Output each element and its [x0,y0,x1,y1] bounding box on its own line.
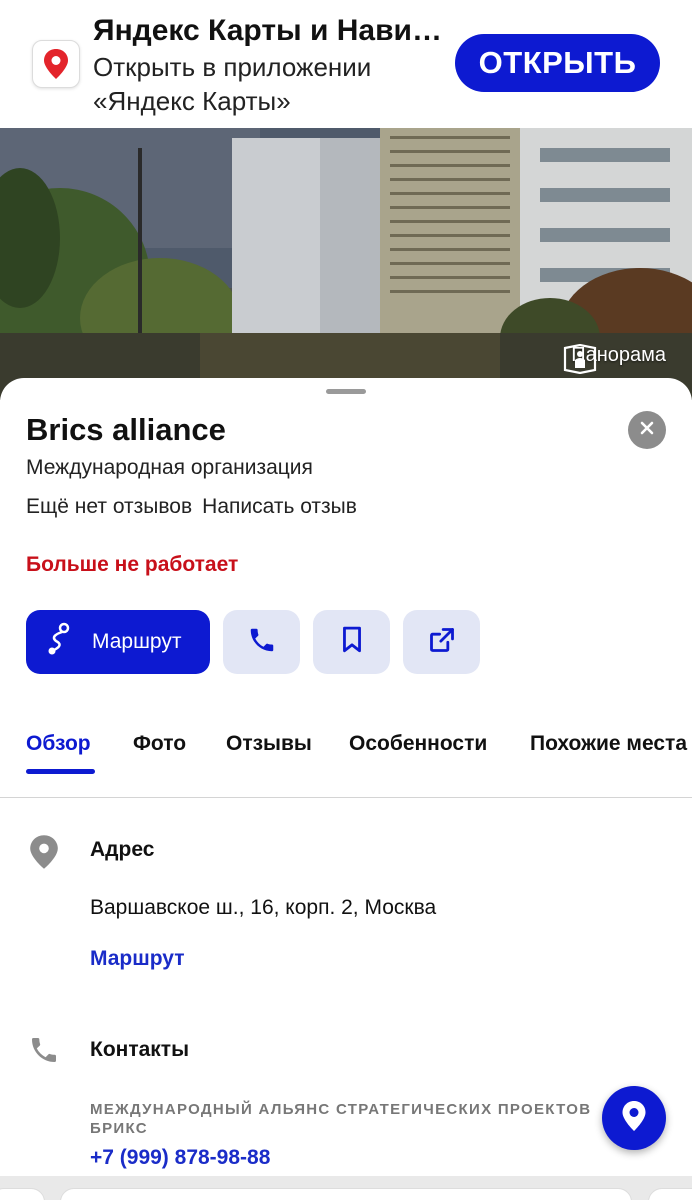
bookmark-icon [339,626,365,659]
open-app-button[interactable]: ОТКРЫТЬ [455,34,660,92]
bottom-bar-button-left[interactable] [0,1188,45,1200]
route-button[interactable]: Маршрут [26,610,210,674]
route-button-label: Маршрут [92,630,182,653]
status-closed: Больше не работает [26,553,239,576]
yandex-maps-pin-icon[interactable] [32,40,80,88]
tab-photos[interactable]: Фото [133,732,186,756]
bottom-bar-address[interactable] [60,1188,632,1200]
active-tab-indicator [26,769,95,774]
action-buttons: Маршрут [26,610,480,674]
close-button[interactable] [628,411,666,449]
tab-reviews[interactable]: Отзывы [226,732,312,756]
no-reviews-text: Ещё нет отзывов [26,495,193,518]
share-button[interactable] [403,610,480,674]
app-banner: Яндекс Карты и Нави… Открыть в приложени… [0,0,692,128]
panorama-photo[interactable]: Панорама [0,128,692,400]
browser-bottom-bar [0,1176,692,1200]
phone-link[interactable]: +7 (999) 878-98-88 [90,1146,270,1170]
close-icon [640,421,654,440]
drag-handle[interactable] [326,389,366,394]
my-location-button[interactable] [602,1086,666,1150]
share-icon [428,626,456,659]
organization-name: МЕЖДУНАРОДНЫЙ АЛЬЯНС СТРАТЕГИЧЕСКИХ ПРОЕ… [90,1101,592,1137]
address-text: Варшавское ш., 16, корп. 2, Москва [90,896,437,919]
address-route-link[interactable]: Маршрут [90,947,185,971]
address-title: Адрес [90,838,155,861]
reviews-row: Ещё нет отзывов Написать отзыв [26,495,357,519]
banner-subtitle: Открыть в приложении «Яндекс Карты» [93,52,372,116]
location-pin-icon [28,834,60,875]
place-category: Международная организация [26,456,313,479]
tab-features[interactable]: Особенности [349,732,487,756]
place-title: Brics alliance [26,412,226,447]
phone-icon [28,1034,60,1071]
contacts-title: Контакты [90,1038,190,1061]
panorama-button[interactable]: Панорама [563,344,666,374]
place-card: Brics alliance Международная организация… [0,378,692,1200]
write-review-link[interactable]: Написать отзыв [202,495,357,519]
bookmark-button[interactable] [313,610,390,674]
location-marker-icon [621,1100,647,1137]
route-icon [44,622,74,662]
tab-bar: Обзор Фото Отзывы Особенности Похожие ме… [0,718,692,798]
bottom-bar-button-right[interactable] [648,1188,692,1200]
banner-title: Яндекс Карты и Нави… [93,14,442,47]
call-button[interactable] [223,610,300,674]
phone-icon [247,625,277,660]
tab-similar-places[interactable]: Похожие места [530,732,687,756]
tab-overview[interactable]: Обзор [26,732,91,756]
